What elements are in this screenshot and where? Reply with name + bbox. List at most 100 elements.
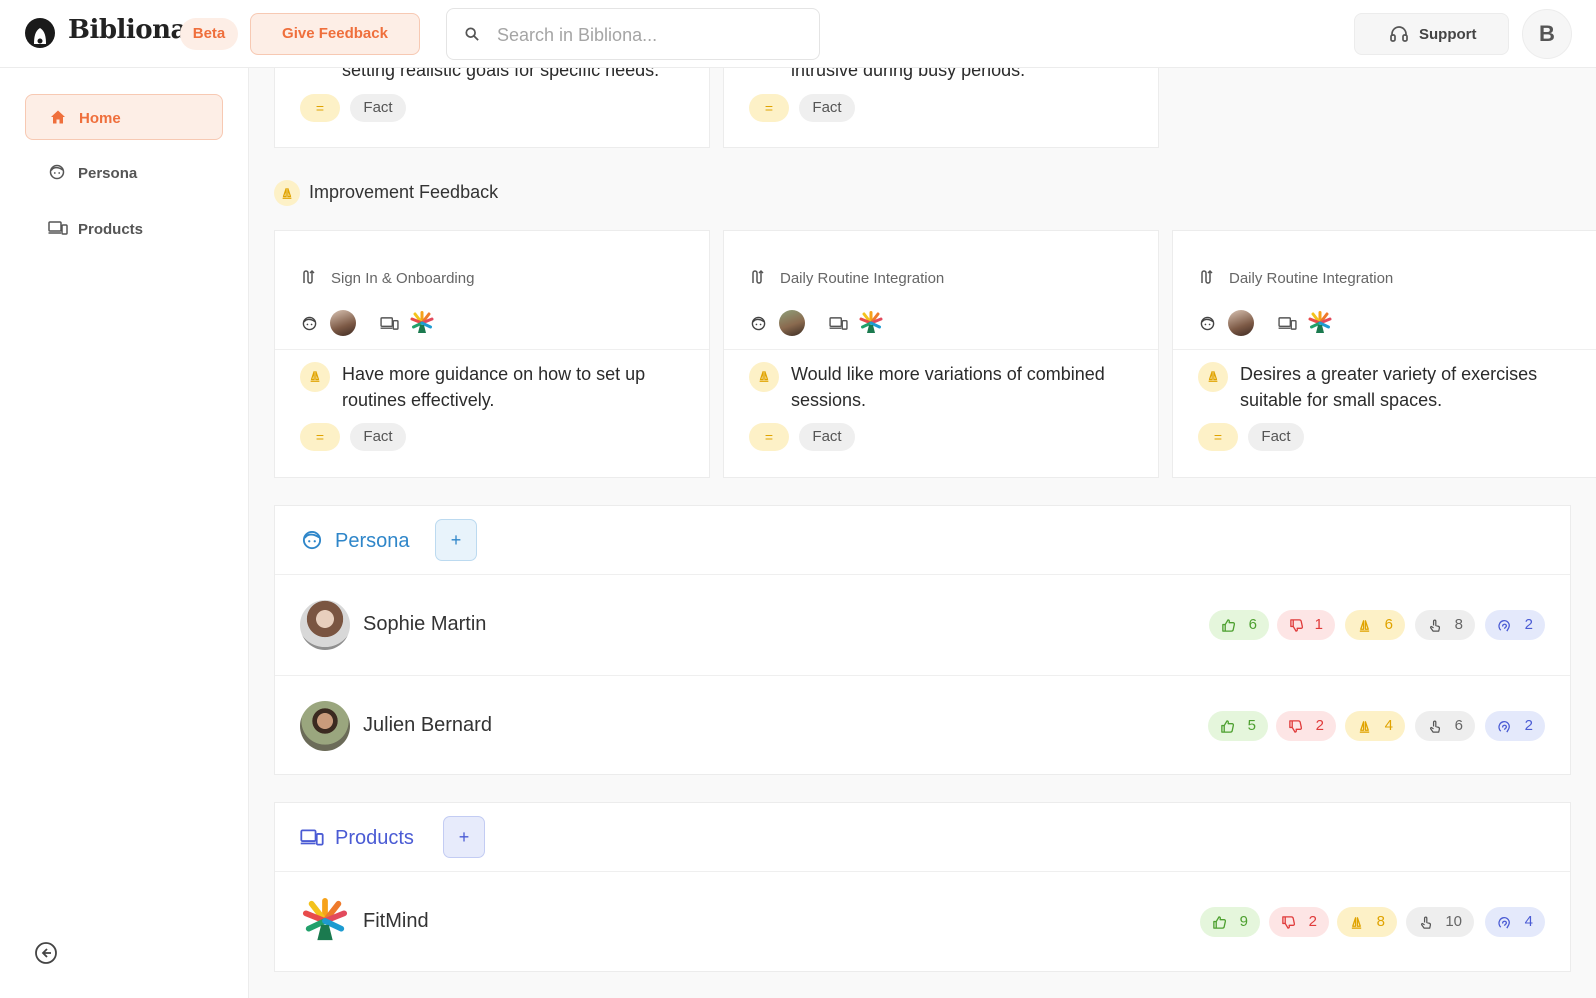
fact-tag: Fact bbox=[799, 423, 855, 451]
devices-icon bbox=[829, 316, 848, 331]
improvement-card[interactable]: Sign In & Onboarding Have more guidance … bbox=[274, 230, 710, 478]
improvement-icon bbox=[749, 362, 779, 392]
improvements-count-badge: 4 bbox=[1345, 711, 1405, 741]
app-name[interactable]: Bibliona bbox=[68, 15, 187, 45]
search-bar[interactable] bbox=[446, 8, 820, 60]
route-icon bbox=[750, 269, 766, 285]
persona-avatar[interactable] bbox=[779, 310, 805, 336]
sidebar-item-label: Persona bbox=[78, 165, 138, 182]
feedback-text: Have more guidance on how to set up rout… bbox=[342, 364, 646, 410]
feedback-card[interactable]: setting realistic goals for specific nee… bbox=[274, 68, 710, 148]
card-category: Daily Routine Integration bbox=[780, 270, 945, 287]
improvements-count-badge: 8 bbox=[1337, 907, 1397, 937]
persona-avatar[interactable] bbox=[330, 310, 356, 336]
products-panel-title: Products bbox=[335, 827, 414, 849]
improvement-card[interactable]: Daily Routine Integration Would like mor… bbox=[723, 230, 1159, 478]
feedback-text: Would like more variations of combined s… bbox=[791, 364, 1105, 410]
devices-icon bbox=[48, 220, 68, 236]
search-icon bbox=[465, 27, 479, 41]
equals-badge: = bbox=[300, 423, 340, 451]
equals-badge: = bbox=[1198, 423, 1238, 451]
sidebar-item-label: Home bbox=[79, 110, 121, 127]
add-product-button[interactable]: + bbox=[443, 816, 485, 858]
persona-avatar[interactable] bbox=[1228, 310, 1254, 336]
fitmind-logo-icon[interactable] bbox=[1308, 311, 1332, 335]
dislikes-count-badge: 2 bbox=[1269, 907, 1329, 937]
persona-panel: Persona + Sophie Martin 6 1 6 8 2 Julien… bbox=[274, 505, 1571, 775]
support-label: Support bbox=[1419, 26, 1477, 43]
dislikes-count-badge: 2 bbox=[1276, 711, 1336, 741]
fitmind-logo-icon[interactable] bbox=[410, 311, 434, 335]
main-content: setting realistic goals for specific nee… bbox=[249, 68, 1596, 998]
persona-face-icon bbox=[302, 316, 317, 331]
search-input[interactable] bbox=[497, 22, 797, 48]
support-button[interactable]: Support bbox=[1354, 13, 1509, 55]
improvement-section-icon bbox=[274, 180, 300, 206]
fact-tag: Fact bbox=[350, 423, 406, 451]
persona-row[interactable]: Sophie Martin 6 1 6 8 2 bbox=[275, 575, 1570, 675]
improvements-count-badge: 6 bbox=[1345, 610, 1405, 640]
devices-icon bbox=[300, 828, 324, 847]
equals-badge: = bbox=[749, 94, 789, 122]
top-bar: Bibliona Beta Give Feedback Support B bbox=[0, 0, 1596, 68]
feedback-text: setting realistic goals for specific nee… bbox=[342, 68, 660, 80]
route-icon bbox=[1199, 269, 1215, 285]
likes-count-badge: 6 bbox=[1209, 610, 1269, 640]
divider bbox=[724, 349, 1158, 350]
product-row[interactable]: FitMind 9 2 8 10 4 bbox=[275, 872, 1570, 972]
sidebar-item-home[interactable]: Home bbox=[25, 94, 223, 140]
give-feedback-button[interactable]: Give Feedback bbox=[250, 13, 420, 55]
dislikes-count-badge: 1 bbox=[1277, 610, 1335, 640]
improvement-icon bbox=[1198, 362, 1228, 392]
improvement-card[interactable]: Daily Routine Integration Desires a grea… bbox=[1172, 230, 1596, 478]
products-panel: Products + FitMind 9 2 8 10 4 bbox=[274, 802, 1571, 972]
likes-count-badge: 9 bbox=[1200, 907, 1260, 937]
feedback-text: intrusive during busy periods. bbox=[791, 68, 1026, 80]
devices-icon bbox=[1278, 316, 1297, 331]
touches-count-badge: 10 bbox=[1406, 907, 1474, 937]
home-icon bbox=[51, 110, 65, 124]
sidebar-item-products[interactable]: Products bbox=[25, 206, 223, 252]
devices-icon bbox=[380, 316, 399, 331]
add-persona-button[interactable]: + bbox=[435, 519, 477, 561]
avatar bbox=[300, 600, 350, 650]
persona-name: Julien Bernard bbox=[363, 714, 492, 736]
sidebar-item-label: Products bbox=[78, 221, 144, 238]
fact-tag: Fact bbox=[1248, 423, 1304, 451]
route-icon bbox=[301, 269, 317, 285]
bibliona-logo-icon[interactable] bbox=[24, 17, 56, 49]
equals-badge: = bbox=[749, 423, 789, 451]
improvement-section-title: Improvement Feedback bbox=[309, 182, 499, 202]
feedback-card[interactable]: intrusive during busy periods. = Fact bbox=[723, 68, 1159, 148]
fitmind-logo-icon bbox=[302, 898, 348, 944]
ideas-count-badge: 2 bbox=[1485, 610, 1545, 640]
touches-count-badge: 6 bbox=[1415, 711, 1475, 741]
persona-face-icon bbox=[302, 530, 322, 550]
product-name: FitMind bbox=[363, 910, 429, 932]
collapse-sidebar-icon[interactable] bbox=[34, 941, 58, 965]
sidebar: Home Persona Products bbox=[0, 68, 249, 998]
divider bbox=[1173, 349, 1596, 350]
avatar bbox=[300, 701, 350, 751]
card-category: Daily Routine Integration bbox=[1229, 270, 1394, 287]
feedback-text: Desires a greater variety of exercises s… bbox=[1240, 364, 1538, 410]
equals-badge: = bbox=[300, 94, 340, 122]
persona-row[interactable]: Julien Bernard 5 2 4 6 2 bbox=[275, 676, 1570, 776]
persona-face-icon bbox=[1200, 316, 1215, 331]
headset-icon bbox=[1390, 26, 1408, 42]
divider bbox=[275, 349, 709, 350]
fact-tag: Fact bbox=[350, 94, 406, 122]
persona-face-icon bbox=[751, 316, 766, 331]
card-category: Sign In & Onboarding bbox=[331, 270, 475, 287]
fitmind-logo-icon[interactable] bbox=[859, 311, 883, 335]
improvement-icon bbox=[300, 362, 330, 392]
fact-tag: Fact bbox=[799, 94, 855, 122]
user-avatar-button[interactable]: B bbox=[1522, 9, 1572, 59]
persona-panel-title: Persona bbox=[335, 530, 410, 552]
ideas-count-badge: 4 bbox=[1485, 907, 1545, 937]
persona-face-icon bbox=[49, 164, 65, 180]
persona-name: Sophie Martin bbox=[363, 613, 487, 635]
touches-count-badge: 8 bbox=[1415, 610, 1475, 640]
sidebar-item-persona[interactable]: Persona bbox=[25, 150, 223, 196]
likes-count-badge: 5 bbox=[1208, 711, 1268, 741]
